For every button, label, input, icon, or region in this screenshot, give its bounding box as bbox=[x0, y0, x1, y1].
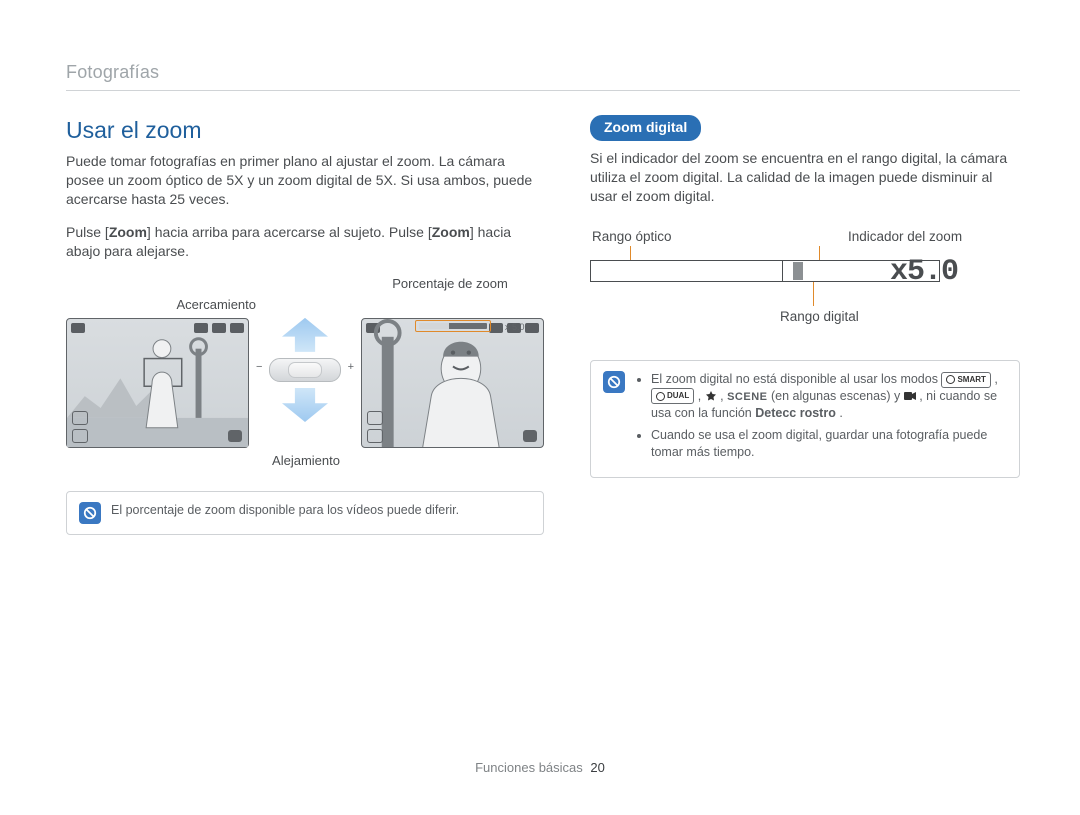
text: , bbox=[698, 389, 705, 403]
para-zoom-digital: Si el indicador del zoom se encuentra en… bbox=[590, 149, 1020, 206]
playback-icon bbox=[228, 430, 242, 442]
zoom-rocker: − + bbox=[269, 358, 341, 382]
movie-mode-icon bbox=[904, 391, 916, 401]
text: , bbox=[994, 372, 997, 386]
rocker-minus: − bbox=[256, 360, 262, 375]
zoom-figure: Porcentaje de zoom Acercamiento bbox=[66, 275, 544, 470]
scene-mode-label: SCENE bbox=[727, 391, 767, 403]
zoom-key-2: Zoom bbox=[432, 224, 470, 240]
page-number: 20 bbox=[590, 760, 604, 775]
text: Pulse [ bbox=[66, 224, 109, 240]
text: ] hacia arriba para acercarse al sujeto.… bbox=[147, 224, 432, 240]
text: . bbox=[839, 406, 842, 420]
info-note-right: El zoom digital no está disponible al us… bbox=[590, 360, 1020, 478]
zoom-digital-heading: Zoom digital bbox=[590, 115, 701, 141]
osd-icon bbox=[367, 411, 383, 425]
info-note-left: El porcentaje de zoom disponible para lo… bbox=[66, 491, 544, 535]
zoom-key-1: Zoom bbox=[109, 224, 147, 240]
info-note-text: El porcentaje de zoom disponible para lo… bbox=[111, 502, 459, 524]
zoom-percentage-label: Porcentaje de zoom bbox=[356, 275, 544, 293]
label-rango-digital: Rango digital bbox=[780, 308, 859, 326]
photo-example-tele: x 5.0 bbox=[361, 318, 544, 448]
wide-scene-illustration bbox=[67, 319, 248, 448]
osd-icon bbox=[72, 429, 88, 443]
acercamiento-label: Acercamiento bbox=[66, 296, 260, 314]
para-zoom-instructions: Pulse [Zoom] hacia arriba para acercarse… bbox=[66, 223, 544, 261]
footer-section: Funciones básicas bbox=[475, 760, 583, 775]
info-icon bbox=[79, 502, 101, 524]
night-mode-icon bbox=[705, 391, 717, 401]
dual-mode-chip: DUAL bbox=[651, 388, 694, 404]
zoom-value: x5.0 bbox=[890, 252, 958, 293]
smart-mode-chip: SMART bbox=[941, 372, 990, 388]
para-intro: Puede tomar fotografías en primer plano … bbox=[66, 152, 544, 209]
photo-example-wide bbox=[66, 318, 249, 448]
label-rango-optico: Rango óptico bbox=[592, 228, 672, 246]
text: (en algunas escenas) y bbox=[771, 389, 904, 403]
playback-icon bbox=[523, 430, 537, 442]
rocker-plus: + bbox=[348, 360, 354, 375]
alejamiento-label: Alejamiento bbox=[256, 452, 356, 470]
info-icon bbox=[603, 371, 625, 393]
osd-icon bbox=[72, 411, 88, 425]
section-title-usar-zoom: Usar el zoom bbox=[66, 115, 544, 146]
note-item-1: El zoom digital no está disponible al us… bbox=[651, 371, 1007, 422]
arrow-up-icon bbox=[282, 318, 328, 352]
tele-scene-illustration bbox=[362, 319, 543, 448]
page-header: Fotografías bbox=[66, 60, 1020, 91]
osd-icon bbox=[367, 429, 383, 443]
label-indicador-zoom: Indicador del zoom bbox=[848, 228, 962, 246]
note-item-2: Cuando se usa el zoom digital, guardar u… bbox=[651, 427, 1007, 461]
arrow-down-icon bbox=[282, 388, 328, 422]
zoom-range-figure: Rango óptico Indicador del zoom Rango di… bbox=[590, 228, 1020, 338]
page-footer: Funciones básicas 20 bbox=[0, 759, 1080, 777]
detecc-rostro-label: Detecc rostro bbox=[755, 406, 836, 420]
text: El zoom digital no está disponible al us… bbox=[651, 372, 941, 386]
